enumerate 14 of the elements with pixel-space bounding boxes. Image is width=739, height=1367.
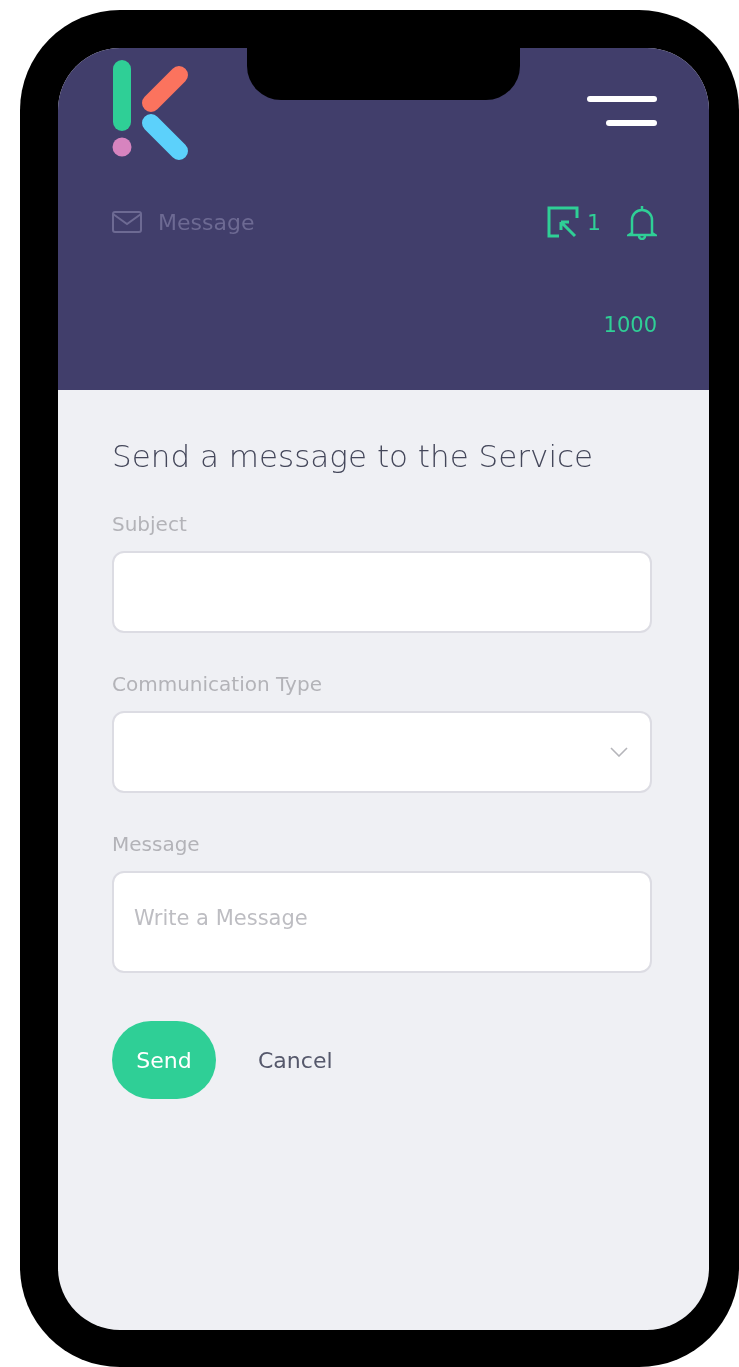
message-field[interactable]: Write a Message xyxy=(112,871,652,974)
task-icon[interactable] xyxy=(547,206,579,238)
subject-field[interactable] xyxy=(112,551,652,634)
cancel-button[interactable]: Cancel xyxy=(252,1042,339,1078)
field-label: Message xyxy=(112,831,201,859)
menu-icon[interactable] xyxy=(587,96,657,128)
field-label: Subject xyxy=(112,511,188,539)
form-title: Send a message to the Service xyxy=(112,438,595,476)
balance-amount: 1000 xyxy=(603,312,657,339)
field-label: Communication Type xyxy=(112,671,323,699)
bell-icon[interactable] xyxy=(627,204,657,240)
chevron-icon xyxy=(610,747,628,758)
mail-icon xyxy=(112,211,142,233)
task-count: 1 xyxy=(587,208,601,237)
